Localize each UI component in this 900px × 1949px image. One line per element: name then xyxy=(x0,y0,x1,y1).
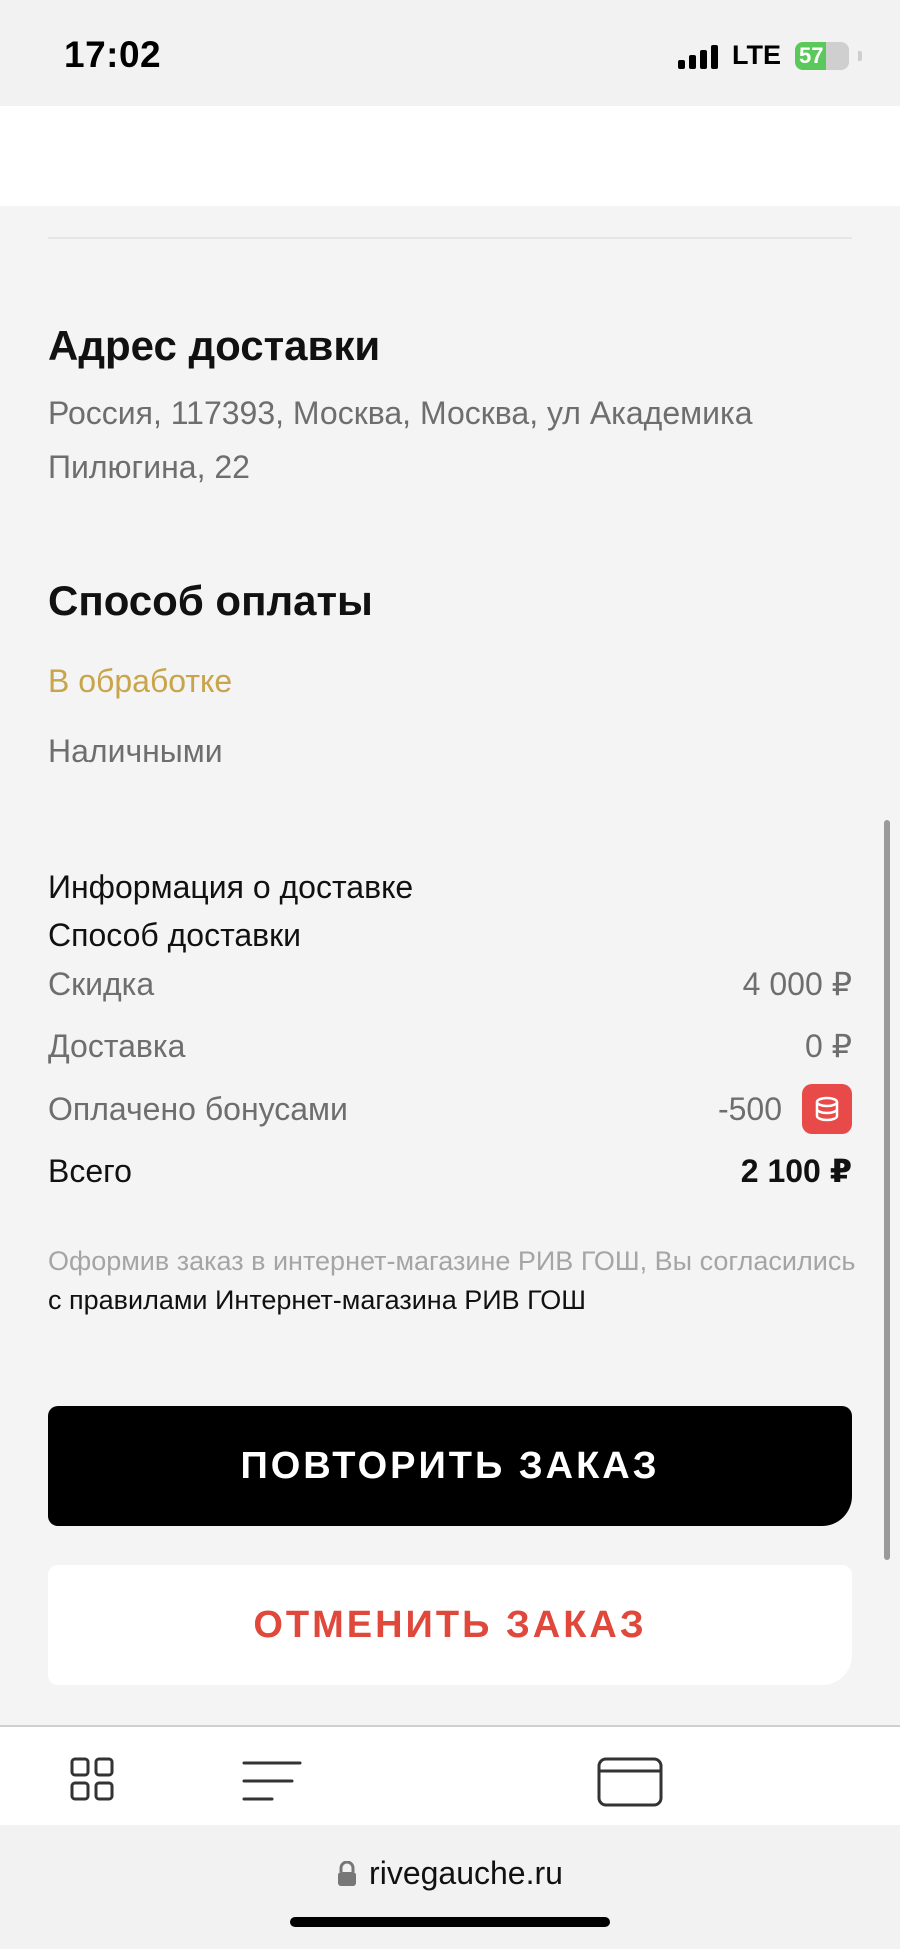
agreement-prefix: Оформив заказ в интернет-магазине РИВ ГО… xyxy=(48,1246,856,1276)
discount-label: Скидка xyxy=(48,965,155,1002)
battery-cap xyxy=(858,50,862,61)
agreement-text: Оформив заказ в интернет-магазине РИВ ГО… xyxy=(48,1242,858,1320)
signal-icon xyxy=(678,43,718,69)
bonus-label: Оплачено бонусами xyxy=(48,1090,348,1127)
delivery-info-label: Информация о доставке xyxy=(48,869,414,905)
cancel-order-button[interactable]: ОТМЕНИТЬ ЗАКАЗ xyxy=(48,1565,852,1685)
bottom-nav xyxy=(0,1725,900,1825)
delivery-row: Доставка 0 ₽ xyxy=(48,1021,852,1071)
discount-row: Скидка 4 000 ₽ xyxy=(48,959,852,1009)
delivery-method-label: Способ доставки xyxy=(48,917,302,953)
rules-link[interactable]: с правилами Интернет-магазина РИВ ГОШ xyxy=(48,1285,586,1315)
discount-value: 4 000 ₽ xyxy=(742,966,852,1002)
total-label: Всего xyxy=(48,1152,132,1189)
network-label: LTE xyxy=(732,40,781,70)
lock-icon xyxy=(338,1860,357,1886)
bonus-coins-icon xyxy=(802,1084,852,1134)
url-bar[interactable]: rivegauche.ru xyxy=(0,1855,900,1892)
browser-bar: rivegauche.ru xyxy=(0,1825,900,1949)
address-text: Россия, 117393, Москва, Москва, ул Акаде… xyxy=(48,395,753,485)
catalog-grid-icon[interactable] xyxy=(70,1757,114,1806)
delivery-label: Доставка xyxy=(48,1027,186,1064)
bonus-value: -500 xyxy=(717,1090,782,1127)
scrollbar[interactable] xyxy=(884,820,890,1560)
status-time: 17:02 xyxy=(64,34,162,75)
url-text: rivegauche.ru xyxy=(369,1855,563,1891)
menu-icon[interactable] xyxy=(242,1759,302,1808)
payment-method: Наличными xyxy=(48,733,223,769)
home-indicator[interactable] xyxy=(290,1917,610,1927)
address-title: Адрес доставки xyxy=(48,322,381,369)
battery-icon: 57 xyxy=(795,41,849,70)
delivery-value: 0 ₽ xyxy=(804,1028,852,1064)
bonus-row: Оплачено бонусами -500 xyxy=(48,1084,852,1134)
status-indicators: LTE 57 xyxy=(678,40,862,71)
repeat-order-button[interactable]: ПОВТОРИТЬ ЗАКАЗ xyxy=(48,1406,852,1526)
battery-level: 57 xyxy=(799,42,824,68)
header-strip xyxy=(0,106,900,206)
card-icon[interactable] xyxy=(597,1757,663,1812)
status-bar: 17:02 LTE 57 xyxy=(0,0,900,106)
divider xyxy=(48,237,852,239)
bonus-value-wrap: -500 xyxy=(718,1084,852,1134)
total-row: Всего 2 100 ₽ xyxy=(48,1146,852,1196)
payment-title: Способ оплаты xyxy=(48,577,373,624)
total-value: 2 100 ₽ xyxy=(740,1153,852,1189)
payment-status: В обработке xyxy=(48,663,233,699)
